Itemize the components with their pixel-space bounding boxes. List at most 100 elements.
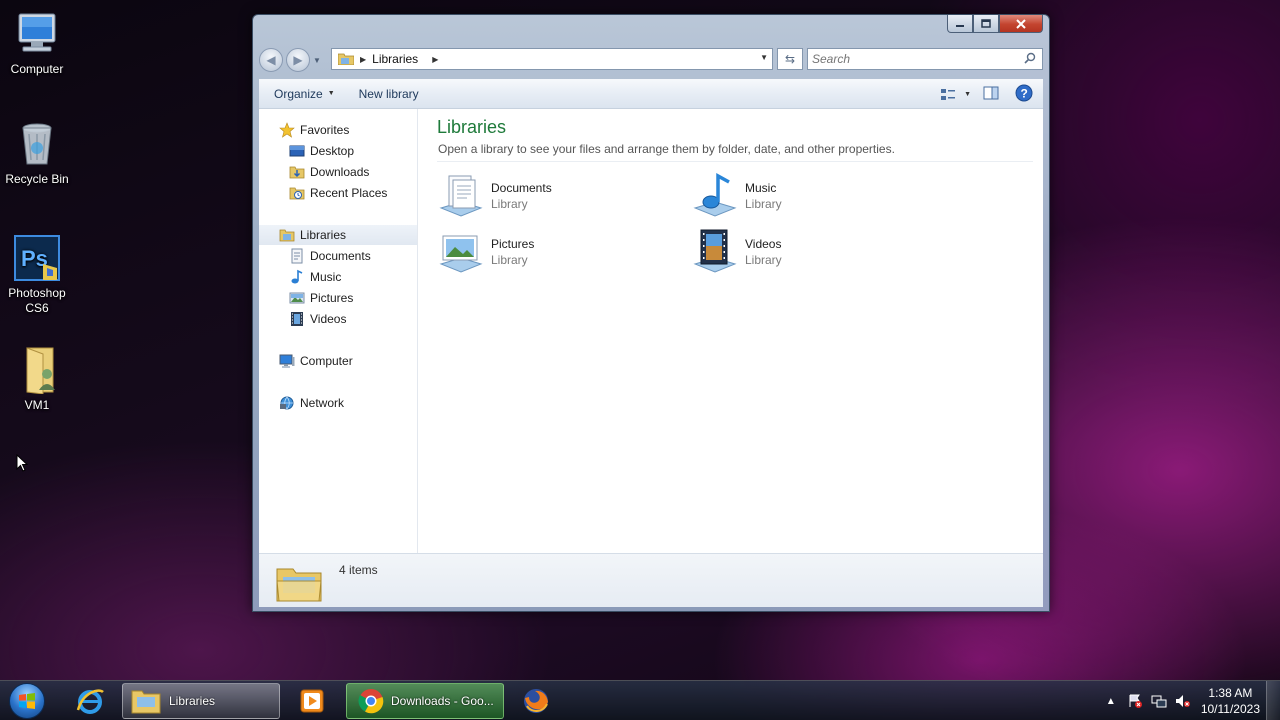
page-description: Open a library to see your files and arr…	[438, 142, 895, 156]
library-item-videos[interactable]: Videos Library	[691, 227, 921, 277]
search-box[interactable]	[807, 48, 1043, 70]
taskbar-media-player[interactable]	[290, 683, 334, 719]
address-dropdown-icon[interactable]: ▼	[760, 53, 768, 62]
help-icon: ?	[1015, 84, 1033, 102]
nav-libraries[interactable]: Libraries	[259, 225, 417, 245]
refresh-button[interactable]: ⇆	[777, 48, 803, 70]
recycle-bin-icon	[13, 120, 61, 168]
change-view-button[interactable]: ▼	[940, 88, 971, 102]
start-button[interactable]	[4, 682, 50, 720]
details-pane: 4 items	[259, 553, 1043, 607]
help-button[interactable]: ?	[1015, 84, 1033, 105]
forward-button[interactable]: ▶	[286, 48, 310, 72]
preview-pane-icon	[983, 86, 999, 100]
music-note-icon	[291, 269, 303, 284]
taskbar-libraries[interactable]: Libraries	[122, 683, 280, 719]
media-player-icon	[300, 689, 324, 713]
library-name: Videos	[745, 237, 782, 251]
new-library-button[interactable]: New library	[350, 79, 428, 108]
taskbar-firefox[interactable]	[514, 683, 558, 719]
library-name: Documents	[491, 181, 552, 195]
desktop-icon-label: Computer	[10, 62, 64, 76]
taskbar: Libraries Downloads - Goo... ▲ 1:38 AM 1…	[0, 680, 1280, 720]
forward-arrow-icon: ▶	[293, 53, 303, 67]
library-view: Libraries Open a library to see your fil…	[419, 109, 1043, 553]
nav-computer[interactable]: Computer	[259, 351, 417, 371]
nav-desktop[interactable]: Desktop	[259, 141, 417, 161]
view-icon	[941, 88, 956, 100]
windows-logo-icon	[9, 683, 45, 719]
recent-pages-dropdown[interactable]: ▼	[313, 56, 323, 65]
documents-icon	[291, 248, 303, 264]
chevron-down-icon: ▼	[327, 90, 335, 97]
desktop-icon-vm1[interactable]: VM1	[0, 346, 74, 413]
library-item-music[interactable]: Music Library	[691, 171, 921, 221]
nav-favorites[interactable]: Favorites	[259, 120, 417, 140]
desktop-icon-photoshop[interactable]: Ps Photoshop CS6	[0, 234, 74, 316]
film-icon	[291, 312, 303, 326]
minimize-button[interactable]	[947, 15, 973, 33]
command-bar: Organize ▼ New library ▼ ?	[259, 79, 1043, 109]
photoshop-icon: Ps	[13, 234, 61, 282]
nav-network[interactable]: Network	[259, 393, 417, 413]
downloads-folder-icon	[289, 166, 305, 179]
library-type: Library	[745, 197, 782, 211]
search-icon[interactable]	[1024, 52, 1036, 64]
computer-icon	[279, 354, 295, 368]
nav-music[interactable]: Music	[259, 267, 417, 287]
new-library-label: New library	[358, 86, 419, 101]
page-title: Libraries	[437, 117, 507, 137]
show-desktop-button[interactable]	[1266, 681, 1280, 720]
library-text: Documents Library	[491, 180, 552, 212]
navigation-bar: ◀ ▶ ▼ ▶ Libraries ▶ ▼ ⇆	[259, 47, 1043, 73]
maximize-button[interactable]	[973, 15, 999, 33]
chevron-down-icon: ▼	[964, 91, 971, 98]
taskbar-chrome-downloads[interactable]: Downloads - Goo...	[346, 683, 504, 719]
explorer-content: Favorites Desktop Downloads Recent Place…	[259, 109, 1043, 553]
action-center-icon[interactable]	[1127, 693, 1143, 709]
documents-library-icon	[439, 175, 483, 217]
clock[interactable]: 1:38 AM 10/11/2023	[1201, 685, 1260, 717]
volume-muted-icon[interactable]	[1175, 693, 1191, 709]
pictures-library-icon	[439, 235, 483, 273]
breadcrumb-separator-icon[interactable]: ▶	[432, 55, 438, 64]
library-text: Music Library	[745, 180, 782, 212]
recent-places-icon	[289, 187, 305, 200]
breadcrumb-libraries[interactable]: Libraries	[372, 52, 418, 66]
firefox-icon	[524, 689, 548, 713]
nav-documents[interactable]: Documents	[259, 246, 417, 266]
network-status-icon[interactable]	[1151, 693, 1167, 709]
svg-text:?: ?	[1021, 87, 1028, 101]
desktop-icon-label: Recycle Bin	[5, 172, 69, 186]
user-folder-icon	[13, 346, 61, 395]
taskbar-button-label: Libraries	[169, 694, 216, 708]
organize-menu[interactable]: Organize ▼	[265, 79, 344, 108]
nav-videos[interactable]: Videos	[259, 309, 417, 329]
breadcrumb-separator-icon[interactable]: ▶	[360, 55, 366, 64]
show-hidden-icons-button[interactable]: ▲	[1103, 693, 1119, 709]
close-button[interactable]	[999, 15, 1043, 33]
taskbar-internet-explorer[interactable]	[68, 683, 112, 719]
libraries-icon	[279, 229, 295, 242]
clock-time: 1:38 AM	[1208, 686, 1253, 700]
back-button[interactable]: ◀	[259, 48, 283, 72]
address-bar[interactable]: ▶ Libraries ▶ ▼	[331, 48, 773, 70]
library-name: Pictures	[491, 237, 535, 251]
explorer-window[interactable]: ◀ ▶ ▼ ▶ Libraries ▶ ▼ ⇆ Organize ▼	[252, 14, 1050, 612]
nav-recent-places[interactable]: Recent Places	[259, 183, 417, 203]
navigation-pane[interactable]: Favorites Desktop Downloads Recent Place…	[259, 109, 418, 553]
view-controls: ▼ ?	[928, 84, 1033, 105]
libraries-large-icon	[276, 568, 322, 602]
desktop-icon-computer[interactable]: Computer	[0, 10, 74, 77]
library-item-pictures[interactable]: Pictures Library	[437, 227, 667, 277]
library-item-documents[interactable]: Documents Library	[437, 171, 667, 221]
clock-date: 10/11/2023	[1200, 702, 1260, 716]
library-type: Library	[491, 197, 528, 211]
desktop-icon-recycle-bin[interactable]: Recycle Bin	[0, 120, 74, 187]
preview-pane-button[interactable]	[983, 86, 999, 103]
music-library-icon	[693, 173, 737, 217]
nav-pictures[interactable]: Pictures	[259, 288, 417, 308]
nav-downloads[interactable]: Downloads	[259, 162, 417, 182]
network-icon	[280, 396, 294, 410]
search-input[interactable]	[812, 52, 1012, 66]
